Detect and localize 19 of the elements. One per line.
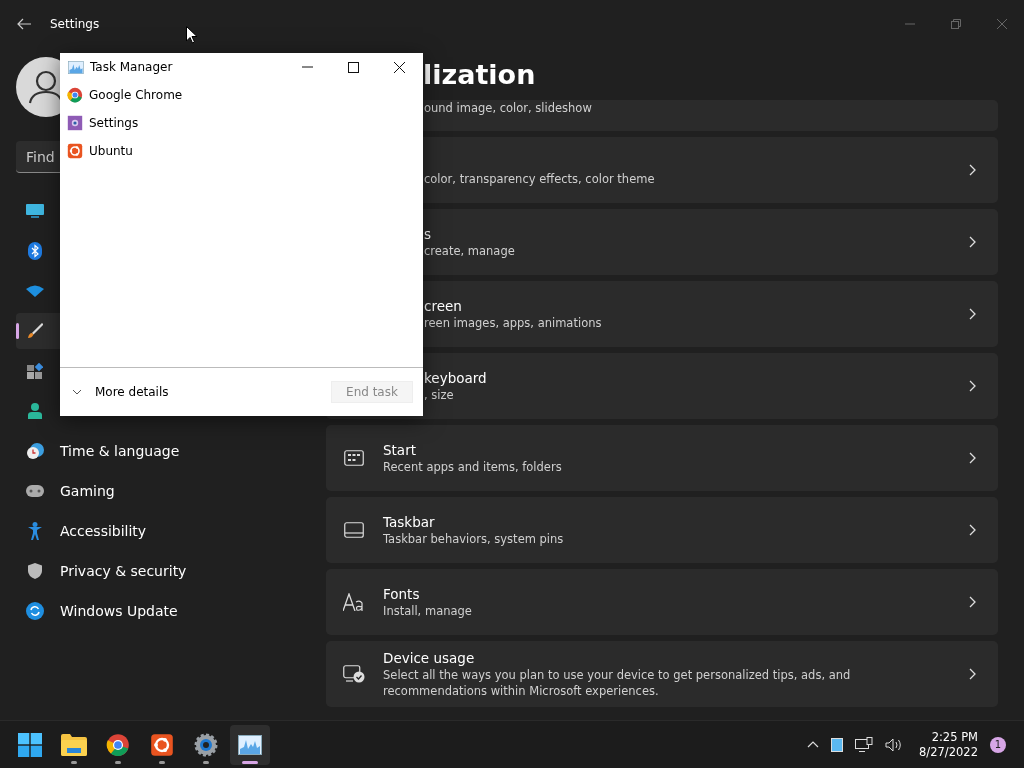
card-description: , size: [424, 387, 455, 403]
card-description: Select all the ways you plan to use your device to get personalized tips, ads, and recommendations within Microsoft experiences.: [383, 667, 852, 699]
card-title: Device usage: [383, 649, 476, 667]
card-description: Install, manage: [383, 603, 473, 619]
card-description: Recent apps and items, folders: [383, 459, 563, 475]
card-title: Fonts: [383, 585, 421, 603]
card-title: Start: [383, 441, 417, 459]
card-description: Taskbar behaviors, system pins: [383, 531, 565, 547]
card-description: create, manage: [424, 243, 516, 259]
card-title: s: [424, 225, 433, 243]
card-description: ound image, color, slideshow: [424, 100, 593, 116]
card-title: Taskbar: [383, 513, 436, 531]
card-description: color, transparency effects, color theme: [424, 171, 656, 187]
window-title: Task Manager: [90, 60, 173, 74]
card-title: keyboard: [424, 369, 488, 387]
page-title: lization: [423, 58, 537, 92]
window-title: Settings: [50, 17, 100, 31]
card-description: reen images, apps, animations: [424, 315, 603, 331]
card-title: creen: [424, 297, 463, 315]
